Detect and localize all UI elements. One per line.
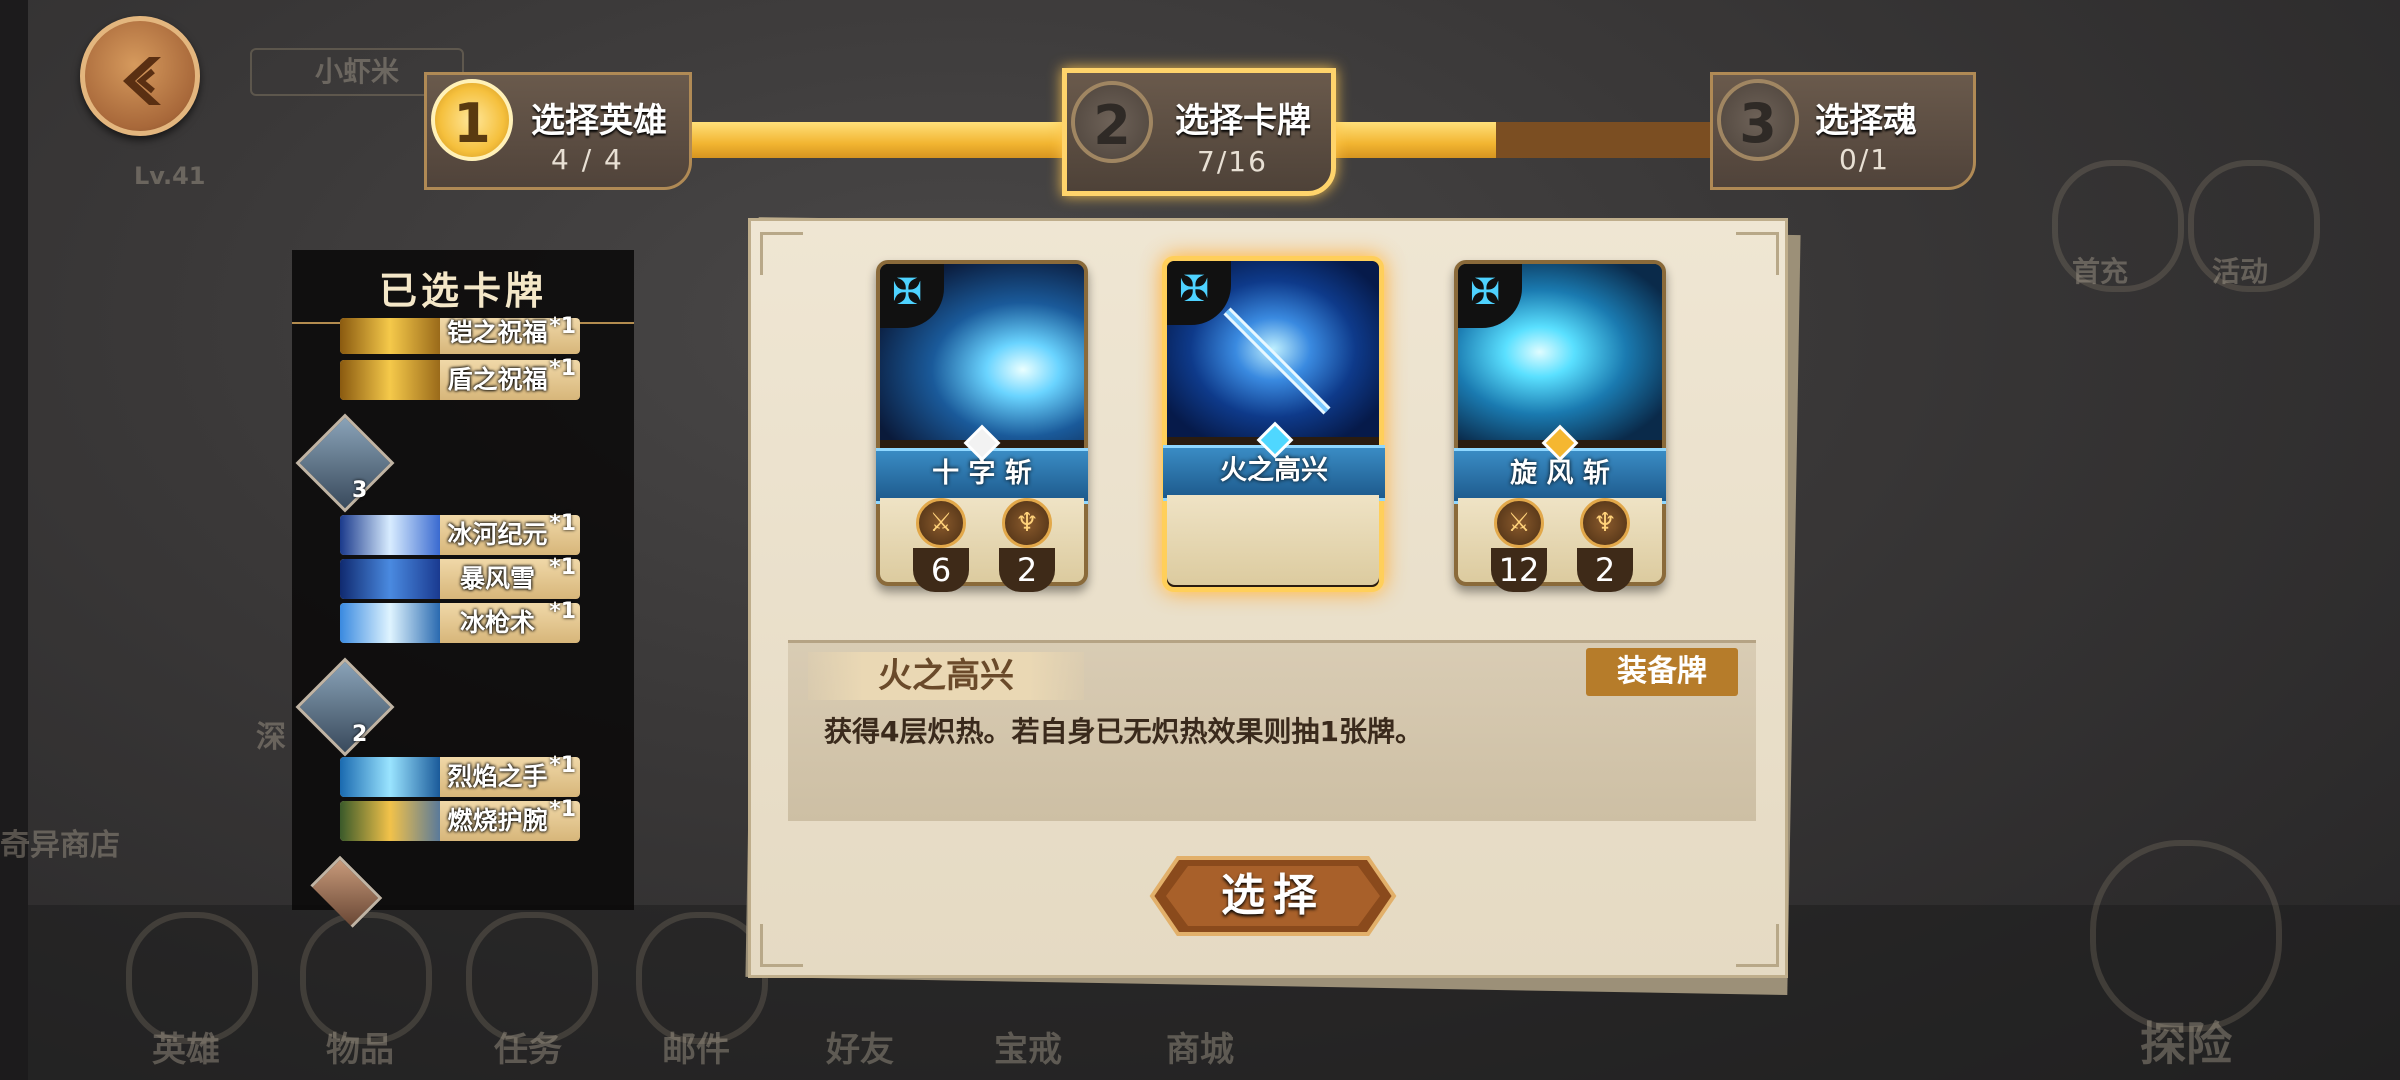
- step-count: 7/16: [1197, 145, 1268, 178]
- card-type-tag: 装备牌: [1586, 648, 1738, 696]
- select-button[interactable]: 选择: [1148, 854, 1398, 938]
- bg-label: 深: [256, 720, 286, 755]
- step-title: 选择英雄: [531, 101, 667, 141]
- card-thumb: [340, 801, 440, 841]
- attack-stat: ⚔ 6: [913, 498, 969, 592]
- selected-card-item[interactable]: 冰枪术 *1: [340, 599, 580, 643]
- selected-card-item[interactable]: 盾之祝福 *1: [340, 356, 580, 400]
- hero-card-count: 2: [352, 722, 368, 747]
- step-number: 1: [431, 79, 513, 161]
- attack-value: 6: [913, 548, 969, 592]
- count-value: 2: [999, 548, 1055, 592]
- shop-label: 奇异商店: [0, 828, 120, 863]
- card-option-whirlwind-slash[interactable]: ✠ 旋 风 斩 ⚔ 12 ♆ 2: [1454, 260, 1666, 592]
- corner-ornament: [1736, 232, 1779, 275]
- sword-icon: ⚔: [1494, 498, 1544, 548]
- card-thumb: [340, 603, 440, 643]
- card-qty: *1: [549, 511, 576, 536]
- card-qty: *1: [549, 753, 576, 778]
- card-name: 冰枪术: [459, 608, 535, 637]
- sword-icon: ⚔: [916, 498, 966, 548]
- description-text: 获得4层炽热。若自身已无炽热效果则抽1张牌。: [824, 715, 1423, 748]
- corner-ornament: [1736, 924, 1779, 967]
- card-name: 冰河纪元: [447, 520, 548, 549]
- corner-ornament: [760, 232, 803, 275]
- sword-icon: ✠: [1470, 272, 1501, 313]
- card-qty: *1: [549, 599, 576, 624]
- selected-card-item[interactable]: 烈焰之手 *1: [340, 753, 580, 797]
- step-select-soul[interactable]: 3 选择魂 0/1: [1710, 72, 1976, 190]
- card-thumb: [340, 360, 440, 400]
- selected-card-item[interactable]: 冰河纪元 *1: [340, 511, 580, 555]
- nav-explore: 探险: [2140, 1017, 2232, 1071]
- explore-emblem-icon: [2090, 840, 2282, 1032]
- selected-card-item[interactable]: 暴风雪 *1: [340, 555, 580, 599]
- step-count: 4 / 4: [551, 143, 624, 176]
- card-stats-area: ⚔ 12 ♆ 2: [1458, 498, 1662, 592]
- attack-value: 12: [1491, 548, 1547, 592]
- card-qty: *1: [549, 356, 576, 381]
- card-stats-area: [1167, 495, 1379, 585]
- nav-tasks: 任务: [494, 1030, 562, 1070]
- card-qty: *1: [549, 314, 576, 339]
- card-option-fire-joy[interactable]: ✠ 火之高兴: [1162, 256, 1385, 592]
- card-qty: *1: [549, 797, 576, 822]
- card-name: 烈焰之手: [447, 762, 548, 791]
- card-thumb: [340, 757, 440, 797]
- step-number: 2: [1071, 81, 1153, 163]
- card-name: 盾之祝福: [447, 365, 548, 394]
- card-thumb: [340, 318, 440, 354]
- sword-icon: ✠: [892, 272, 923, 313]
- count-stat: ♆ 2: [1577, 498, 1633, 592]
- card-stats-area: ⚔ 6 ♆ 2: [880, 498, 1084, 592]
- first-recharge-label: 首充: [2072, 255, 2129, 288]
- step-number: 3: [1717, 79, 1799, 161]
- description-title: 火之高兴: [878, 656, 1014, 696]
- selected-cards-title: 已选卡牌: [292, 260, 634, 324]
- back-arrow-icon: [123, 57, 161, 105]
- nav-friends: 好友: [826, 1030, 894, 1070]
- card-thumb: [340, 559, 440, 599]
- nav-items: 物品: [326, 1030, 394, 1070]
- corner-ornament: [760, 924, 803, 967]
- trident-icon: ♆: [1002, 498, 1052, 548]
- step-title: 选择魂: [1815, 101, 1917, 141]
- step-select-card[interactable]: 2 选择卡牌 7/16: [1062, 68, 1336, 196]
- step-count: 0/1: [1839, 143, 1891, 176]
- selected-card-item[interactable]: 燃烧护腕 *1: [340, 797, 580, 841]
- nav-mail: 邮件: [662, 1030, 730, 1070]
- back-button[interactable]: [80, 16, 200, 136]
- player-level: Lv.41: [134, 162, 206, 190]
- nav-shop: 商城: [1166, 1030, 1234, 1070]
- count-value: 2: [1577, 548, 1633, 592]
- card-name: 燃烧护腕: [447, 806, 548, 835]
- hero-card-count: 3: [352, 478, 368, 503]
- trident-icon: ♆: [1580, 498, 1630, 548]
- attack-stat: ⚔ 12: [1491, 498, 1547, 592]
- card-qty: *1: [549, 555, 576, 580]
- card-option-cross-slash[interactable]: ✠ 十 字 斩 ⚔ 6 ♆ 2: [876, 260, 1088, 592]
- count-stat: ♆ 2: [999, 498, 1055, 592]
- nav-rings: 宝戒: [994, 1030, 1062, 1070]
- card-name: 暴风雪: [459, 564, 535, 593]
- nav-hero: 英雄: [152, 1030, 220, 1070]
- card-name: 铠之祝福: [447, 318, 548, 347]
- selected-card-item[interactable]: 铠之祝福 *1: [340, 314, 580, 354]
- event-label: 活动: [2212, 255, 2269, 288]
- glowing-sword-icon: [1223, 307, 1331, 415]
- step-select-hero[interactable]: 1 选择英雄 4 / 4: [424, 72, 692, 190]
- sword-icon: ✠: [1179, 269, 1210, 310]
- step-title: 选择卡牌: [1175, 101, 1311, 141]
- card-thumb: [340, 515, 440, 555]
- left-edge-strip: [0, 0, 28, 1080]
